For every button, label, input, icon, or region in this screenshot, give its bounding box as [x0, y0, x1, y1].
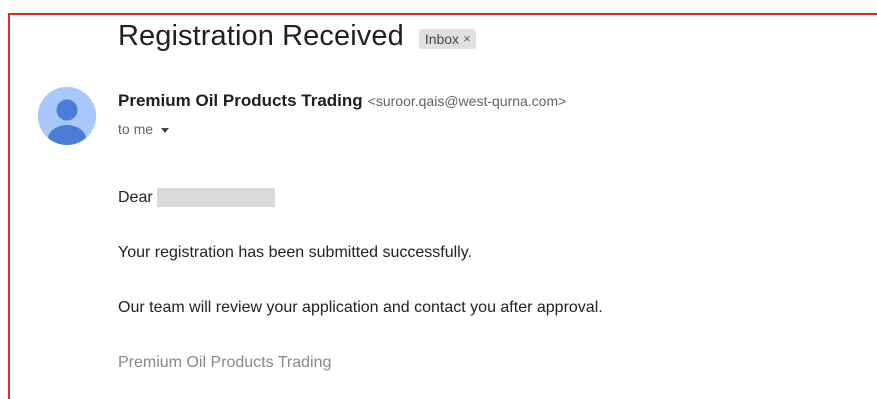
- close-icon[interactable]: ×: [463, 31, 471, 46]
- email-signature: Premium Oil Products Trading: [118, 354, 332, 371]
- email-view: Registration Received Inbox × Premium Oi…: [0, 0, 877, 399]
- greeting-text: Dear: [118, 188, 153, 206]
- greeting-line: Dear: [118, 188, 275, 207]
- body-line-2: Our team will review your application an…: [118, 299, 603, 316]
- body-line-1: Your registration has been submitted suc…: [118, 244, 472, 261]
- subject-row: Registration Received Inbox ×: [118, 20, 476, 53]
- inbox-label-chip[interactable]: Inbox ×: [418, 28, 476, 49]
- caret-down-icon[interactable]: [161, 127, 170, 133]
- frame-border-top: [8, 13, 877, 15]
- email-subject: Registration Received: [118, 20, 404, 52]
- frame-border-left: [8, 13, 10, 399]
- sender-email: <suroor.qais@west-qurna.com>: [367, 93, 567, 109]
- sender-row: Premium Oil Products Trading <suroor.qai…: [118, 91, 566, 111]
- redacted-recipient-name: [156, 188, 275, 207]
- label-chip-text: Inbox: [424, 30, 460, 47]
- sender-name[interactable]: Premium Oil Products Trading: [118, 91, 363, 111]
- person-avatar-icon[interactable]: [38, 87, 96, 145]
- recipient-text: to me: [118, 121, 154, 137]
- recipient-details-toggle[interactable]: to me: [118, 121, 170, 137]
